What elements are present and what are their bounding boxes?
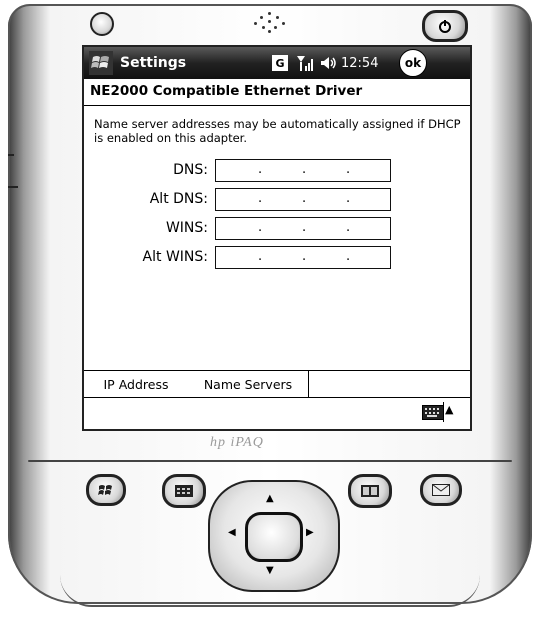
tab-name-servers[interactable]: Name Servers <box>188 371 309 397</box>
menu-bar: ▲ <box>84 397 470 428</box>
calendar-hardware-button[interactable] <box>162 474 206 508</box>
alt-wins-row: Alt WINS: ... <box>84 246 470 270</box>
wins-input[interactable]: ... <box>215 217 391 240</box>
network-badge[interactable]: G <box>272 55 288 71</box>
signal-strength-icon[interactable] <box>296 54 316 72</box>
description-text: Name server addresses may be automatical… <box>94 117 461 145</box>
nav-right-arrow-icon[interactable]: ▶ <box>306 528 314 538</box>
brand-logo: hp iPAQ <box>210 435 264 450</box>
alt-wins-input[interactable]: ... <box>215 246 391 269</box>
page-title: NE2000 Compatible Ethernet Driver <box>90 83 363 99</box>
device-screen: Settings G 12:54 ok NE2000 Compatible Et… <box>82 45 472 431</box>
windows-flag-icon <box>89 51 113 75</box>
side-mark <box>8 186 18 188</box>
alt-dns-input[interactable]: ... <box>215 188 391 211</box>
tab-strip: IP Address Name Servers <box>84 370 470 398</box>
wins-row: WINS: ... <box>84 217 470 241</box>
menu-separator <box>443 402 444 422</box>
title-bar: Settings G 12:54 ok <box>84 47 470 79</box>
speaker-icon[interactable] <box>319 54 337 72</box>
nav-up-arrow-icon[interactable]: ▲ <box>266 494 274 504</box>
alt-dns-row: Alt DNS: ... <box>84 188 470 212</box>
device-bottom-edge <box>60 575 480 607</box>
camera-lens-icon <box>90 12 114 36</box>
speaker-grille-icon <box>250 12 290 34</box>
keyboard-icon[interactable] <box>422 405 444 420</box>
app-title: Settings <box>120 55 187 71</box>
clock[interactable]: 12:54 <box>341 56 397 71</box>
mail-icon <box>432 484 450 496</box>
ok-button[interactable]: ok <box>399 49 427 77</box>
dns-input[interactable]: ... <box>215 159 391 182</box>
sip-arrow-icon[interactable]: ▲ <box>445 403 453 416</box>
windows-button-icon <box>98 485 112 495</box>
contacts-icon <box>361 485 379 497</box>
side-mark <box>8 154 14 156</box>
contacts-hardware-button[interactable] <box>348 474 392 508</box>
dns-row: DNS: ... <box>84 159 470 183</box>
dns-label: DNS: <box>173 162 208 178</box>
mail-hardware-button[interactable] <box>420 474 462 506</box>
start-button[interactable] <box>86 49 116 77</box>
alt-wins-label: Alt WINS: <box>142 249 208 265</box>
power-icon <box>439 20 451 33</box>
divider <box>84 105 470 106</box>
alt-dns-label: Alt DNS: <box>149 191 208 207</box>
calendar-icon <box>175 485 193 497</box>
wins-label: WINS: <box>165 220 208 236</box>
windows-hardware-button[interactable] <box>86 474 126 506</box>
tab-ip-address[interactable]: IP Address <box>84 371 189 398</box>
screen-bezel-edge <box>28 460 512 462</box>
nav-left-arrow-icon[interactable]: ◀ <box>228 528 236 538</box>
nav-action-button[interactable] <box>245 512 303 562</box>
power-button[interactable] <box>422 10 468 42</box>
